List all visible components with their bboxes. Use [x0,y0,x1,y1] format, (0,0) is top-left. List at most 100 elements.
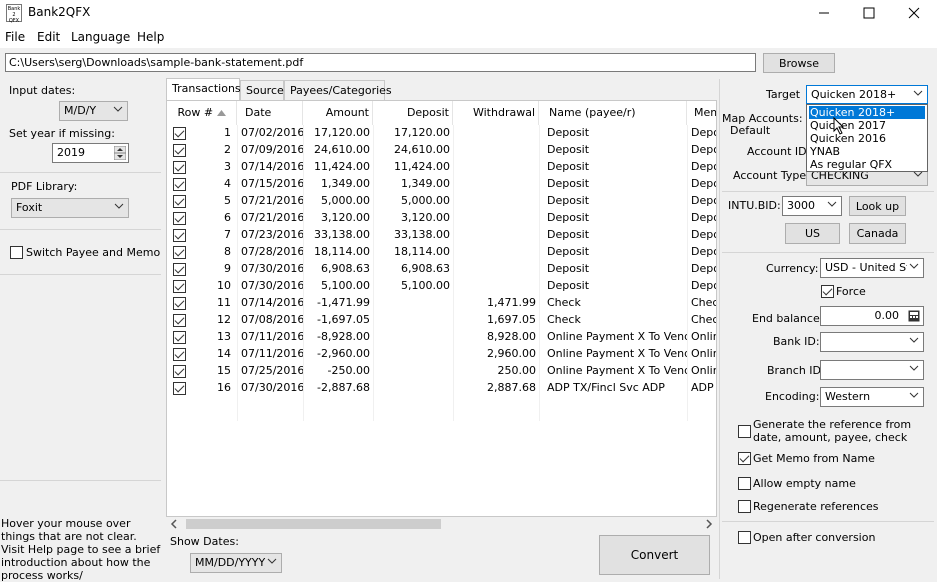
cell-date[interactable]: 07/30/2016 [241,262,303,275]
bank-id-select[interactable] [820,332,924,352]
cell-n[interactable]: 2 [167,143,231,156]
switch-payee-memo-checkbox[interactable] [10,246,23,259]
intu-bid-select[interactable]: 3000 [782,196,842,216]
cell-memo[interactable]: Depo [691,160,716,173]
cell-memo[interactable]: Depo [691,126,716,139]
cell-n[interactable]: 7 [167,228,231,241]
cell-deposit[interactable]: 6,908.63 [373,262,450,275]
table-row[interactable]: 307/14/201611,424.0011,424.00DepositDepo [167,159,716,176]
cell-amount[interactable]: -2,960.00 [303,347,370,360]
cell-n[interactable]: 16 [167,381,231,394]
menu-file[interactable]: File [5,30,25,44]
currency-select[interactable]: USD - United Sta [820,258,924,278]
scroll-right-icon[interactable] [705,519,713,529]
cell-name[interactable]: Deposit [547,211,687,224]
menu-help[interactable]: Help [137,30,164,44]
tab-transactions[interactable]: Transactions [166,78,241,100]
col-header-name[interactable]: Name (payee/r) [539,101,687,125]
cell-amount[interactable]: 5,100.00 [303,279,370,292]
tab-source[interactable]: Source [240,80,284,100]
cell-deposit[interactable]: 3,120.00 [373,211,450,224]
cell-amount[interactable]: -1,697.05 [303,313,370,326]
cell-name[interactable]: Online Payment X To Vendor [547,364,687,377]
cell-memo[interactable]: Depo [691,211,716,224]
cell-date[interactable]: 07/02/2016 [241,126,303,139]
table-row[interactable]: 707/23/201633,138.0033,138.00DepositDepo [167,227,716,244]
minimize-button[interactable] [801,0,847,26]
end-balance-input[interactable]: 0.00 [820,306,924,326]
cell-date[interactable]: 07/14/2016 [241,160,303,173]
cell-memo[interactable]: ADP T [691,381,716,394]
cell-date[interactable]: 07/21/2016 [241,194,303,207]
target-select[interactable]: Quicken 2018+ [806,85,928,104]
cell-amount[interactable]: 24,610.00 [303,143,370,156]
branch-id-select[interactable] [820,360,924,380]
cell-date[interactable]: 07/21/2016 [241,211,303,224]
allow-empty-checkbox[interactable] [738,477,751,490]
col-header-memo[interactable]: Mem [687,101,716,125]
open-after-conversion-checkbox[interactable] [738,531,751,544]
grid-horizontal-scrollbar[interactable] [166,517,717,531]
cell-date[interactable]: 07/23/2016 [241,228,303,241]
cell-memo[interactable]: Depo [691,245,716,258]
cell-memo[interactable]: Chec [691,296,716,309]
tab-payees-categories[interactable]: Payees/Categories [284,80,392,100]
encoding-select[interactable]: Western [820,387,924,407]
cell-name[interactable]: Deposit [547,262,687,275]
cell-name[interactable]: Deposit [547,126,687,139]
cell-name[interactable]: Deposit [547,177,687,190]
table-row[interactable]: 11 07/14/2016 -1,471.99 1,471.99 Check Chec [167,295,716,312]
cell-name[interactable]: Deposit [547,228,687,241]
table-row[interactable]: 16 07/30/2016 -2,887.68 2,887.68 ADP TX/Finc… [167,380,716,397]
table-row[interactable]: 14 07/11/2016 -2,960.00 2,960.00 Online Paym… [167,346,716,363]
table-row[interactable]: 12 07/08/2016 -1,697.05 1,697.05 Check Chec [167,312,716,329]
spinner-arrows-icon[interactable] [114,146,126,160]
cell-date[interactable]: 07/30/2016 [241,381,303,394]
cell-memo[interactable]: Depo [691,262,716,275]
regenerate-references-checkbox[interactable] [738,500,751,513]
cell-name[interactable]: Check [547,296,687,309]
col-header-date[interactable]: Date [237,101,303,125]
cell-amount[interactable]: 11,424.00 [303,160,370,173]
target-option[interactable]: As regular QFX [809,158,925,171]
lookup-button[interactable]: Look up [849,196,906,216]
cell-name[interactable]: Check [547,313,687,326]
cell-amount[interactable]: -1,471.99 [303,296,370,309]
cell-name[interactable]: Deposit [547,279,687,292]
cell-n[interactable]: 13 [167,330,231,343]
cell-amount[interactable]: -2,887.68 [303,381,370,394]
cell-n[interactable]: 14 [167,347,231,360]
cell-amount[interactable]: 5,000.00 [303,194,370,207]
cell-name[interactable]: Online Payment X To Vendor [547,330,687,343]
cell-date[interactable]: 07/11/2016 [241,347,303,360]
table-row[interactable]: 507/21/20165,000.005,000.00DepositDepo [167,193,716,210]
cell-date[interactable]: 07/30/2016 [241,279,303,292]
calculator-icon[interactable] [908,310,920,322]
cell-amount[interactable]: 33,138.00 [303,228,370,241]
cell-n[interactable]: 9 [167,262,231,275]
cell-name[interactable]: Deposit [547,245,687,258]
cell-n[interactable]: 15 [167,364,231,377]
table-row[interactable]: 15 07/25/2016 -250.00 250.00 Online Payment … [167,363,716,380]
table-row[interactable]: 207/09/201624,610.0024,610.00DepositDepo [167,142,716,159]
cell-n[interactable]: 6 [167,211,231,224]
convert-button[interactable]: Convert [599,535,710,575]
cell-memo[interactable]: Depo [691,177,716,190]
table-row[interactable]: 107/02/201617,120.0017,120.00DepositDepo [167,125,716,142]
pdf-library-select[interactable]: Foxit [11,198,129,218]
cell-deposit[interactable]: 1,349.00 [373,177,450,190]
cell-n[interactable]: 12 [167,313,231,326]
year-spinner[interactable]: 2019 [52,143,129,163]
cell-n[interactable]: 8 [167,245,231,258]
cell-amount[interactable]: 1,349.00 [303,177,370,190]
cell-date[interactable]: 07/25/2016 [241,364,303,377]
cell-n[interactable]: 4 [167,177,231,190]
cell-date[interactable]: 07/08/2016 [241,313,303,326]
cell-date[interactable]: 07/28/2016 [241,245,303,258]
input-dates-select[interactable]: M/D/Y [59,101,128,121]
cell-amount[interactable]: 18,114.00 [303,245,370,258]
table-row[interactable]: 13 07/11/2016 -8,928.00 8,928.00 Online Paym… [167,329,716,346]
browse-button[interactable]: Browse [763,53,835,73]
cell-deposit[interactable]: 18,114.00 [373,245,450,258]
cell-memo[interactable]: Onlin [691,330,716,343]
